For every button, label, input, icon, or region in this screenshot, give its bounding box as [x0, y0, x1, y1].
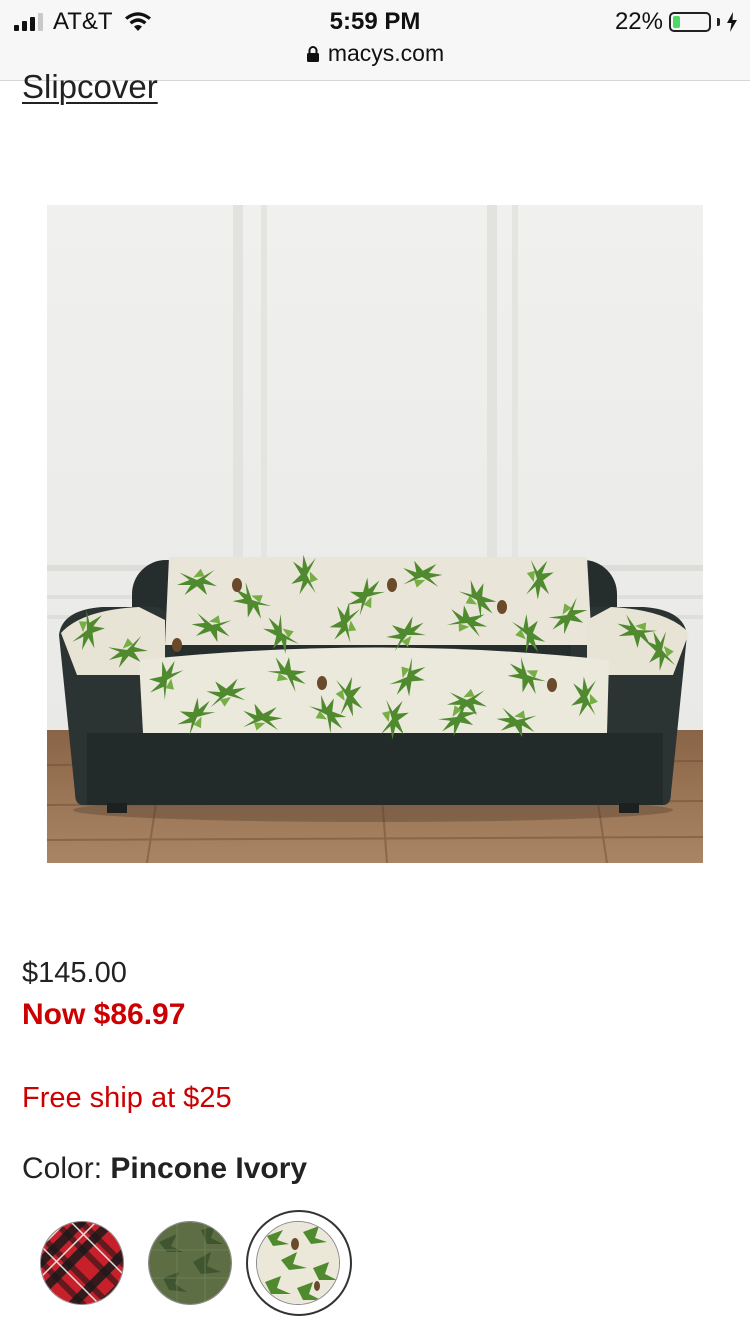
- battery-cap: [717, 18, 720, 26]
- swatch-green-pinecone[interactable]: [148, 1221, 232, 1305]
- selected-color: Pincone Ivory: [110, 1152, 308, 1185]
- pinecone-motif: [547, 678, 557, 692]
- pinecone-motif: [232, 578, 242, 592]
- sofa-illustration: [47, 205, 703, 863]
- color-label-row: Color: Pincone Ivory: [22, 1152, 307, 1186]
- battery-icon: [669, 12, 711, 32]
- original-price: $145.00: [22, 957, 127, 989]
- green-swatch-image: [149, 1222, 231, 1304]
- pinecone-motif: [317, 676, 327, 690]
- address-bar[interactable]: macys.com: [0, 40, 750, 67]
- pinecone-motif: [497, 600, 507, 614]
- url-text: macys.com: [327, 40, 445, 66]
- lock-icon: [306, 45, 319, 62]
- battery-fill: [673, 16, 680, 28]
- color-label: Color:: [22, 1152, 103, 1185]
- pinecone-motif: [172, 638, 182, 652]
- sale-price: Now $86.97: [22, 998, 186, 1031]
- charging-icon: [727, 12, 737, 32]
- product-image[interactable]: [47, 205, 703, 863]
- battery-percent: 22%: [614, 8, 663, 35]
- swatch-pincone-ivory[interactable]: [256, 1221, 340, 1305]
- free-shipping-link[interactable]: Free ship at $25: [22, 1082, 232, 1115]
- plaid-swatch-image: [41, 1222, 123, 1304]
- ivory-swatch-image: [257, 1222, 339, 1304]
- product-title[interactable]: Slipcover: [22, 68, 158, 106]
- swatch-red-plaid[interactable]: [40, 1221, 124, 1305]
- battery-group: 22%: [615, 8, 738, 36]
- pinecone-motif: [387, 578, 397, 592]
